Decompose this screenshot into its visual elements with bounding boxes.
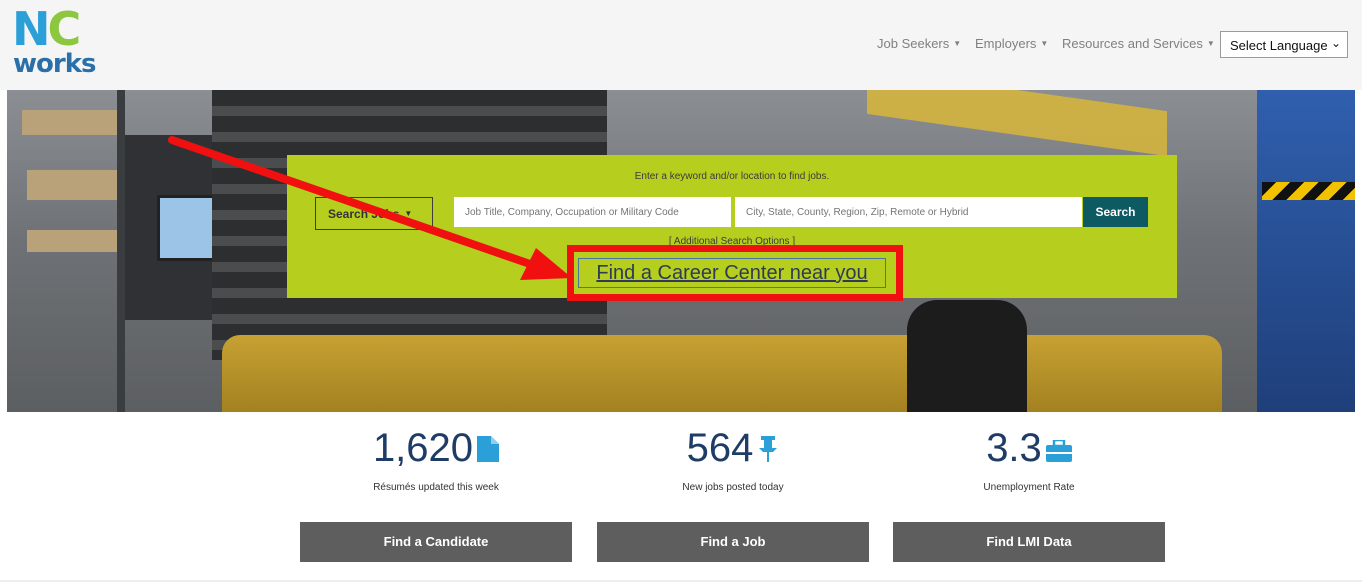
briefcase-icon bbox=[1045, 426, 1072, 472]
location-input[interactable] bbox=[735, 197, 1082, 227]
chevron-down-icon: ⌄ bbox=[1330, 36, 1341, 50]
yellow-machine bbox=[222, 335, 1222, 412]
pin-icon bbox=[757, 426, 779, 472]
stat-resumes: 1,620 Résumés updated this week bbox=[300, 425, 572, 493]
document-icon bbox=[477, 426, 500, 472]
find-lmi-data-button[interactable]: Find LMI Data bbox=[893, 522, 1165, 562]
stat-unemployment: 3.3 Unemployment Rate bbox=[893, 425, 1165, 493]
stat-label: Résumés updated this week bbox=[373, 482, 499, 493]
stat-label: New jobs posted today bbox=[682, 482, 784, 493]
search-type-dropdown[interactable]: Search Jobs ▼ bbox=[315, 197, 433, 230]
additional-search-options-link[interactable]: [ Additional Search Options ] bbox=[287, 236, 1177, 247]
worker-in-photo bbox=[907, 300, 1027, 412]
nav-resources-and-services[interactable]: Resources and Services ▼ bbox=[1062, 36, 1215, 51]
caret-down-icon: ▼ bbox=[953, 39, 962, 48]
caret-down-icon: ▼ bbox=[404, 209, 413, 218]
logo-nc-text: NC bbox=[12, 2, 81, 56]
search-button[interactable]: Search bbox=[1083, 197, 1148, 227]
stat-value: 3.3 bbox=[986, 426, 1042, 470]
monitor-in-photo bbox=[157, 195, 218, 261]
find-job-button[interactable]: Find a Job bbox=[597, 522, 869, 562]
site-header: NC works Job Seekers ▼ Employers ▼ Resourc… bbox=[0, 0, 1362, 90]
stat-new-jobs: 564 New jobs posted today bbox=[597, 425, 869, 493]
language-select[interactable]: Select Language ⌄ bbox=[1220, 31, 1348, 58]
ncworks-logo[interactable]: NC works bbox=[12, 6, 102, 79]
keyword-input[interactable] bbox=[454, 197, 731, 227]
caret-down-icon: ▼ bbox=[1206, 39, 1215, 48]
job-search-panel: Enter a keyword and/or location to find … bbox=[287, 155, 1177, 298]
stat-label: Unemployment Rate bbox=[983, 482, 1075, 493]
search-hint: Enter a keyword and/or location to find … bbox=[634, 171, 830, 182]
find-career-center-link[interactable]: Find a Career Center near you bbox=[578, 258, 886, 288]
caret-down-icon: ▼ bbox=[1040, 39, 1049, 48]
stat-value: 564 bbox=[686, 426, 754, 470]
nav-job-seekers[interactable]: Job Seekers ▼ bbox=[877, 36, 961, 51]
find-candidate-button[interactable]: Find a Candidate bbox=[300, 522, 572, 562]
logo-works-text: works bbox=[13, 49, 96, 79]
stat-value: 1,620 bbox=[372, 426, 474, 470]
nav-employers[interactable]: Employers ▼ bbox=[975, 36, 1048, 51]
